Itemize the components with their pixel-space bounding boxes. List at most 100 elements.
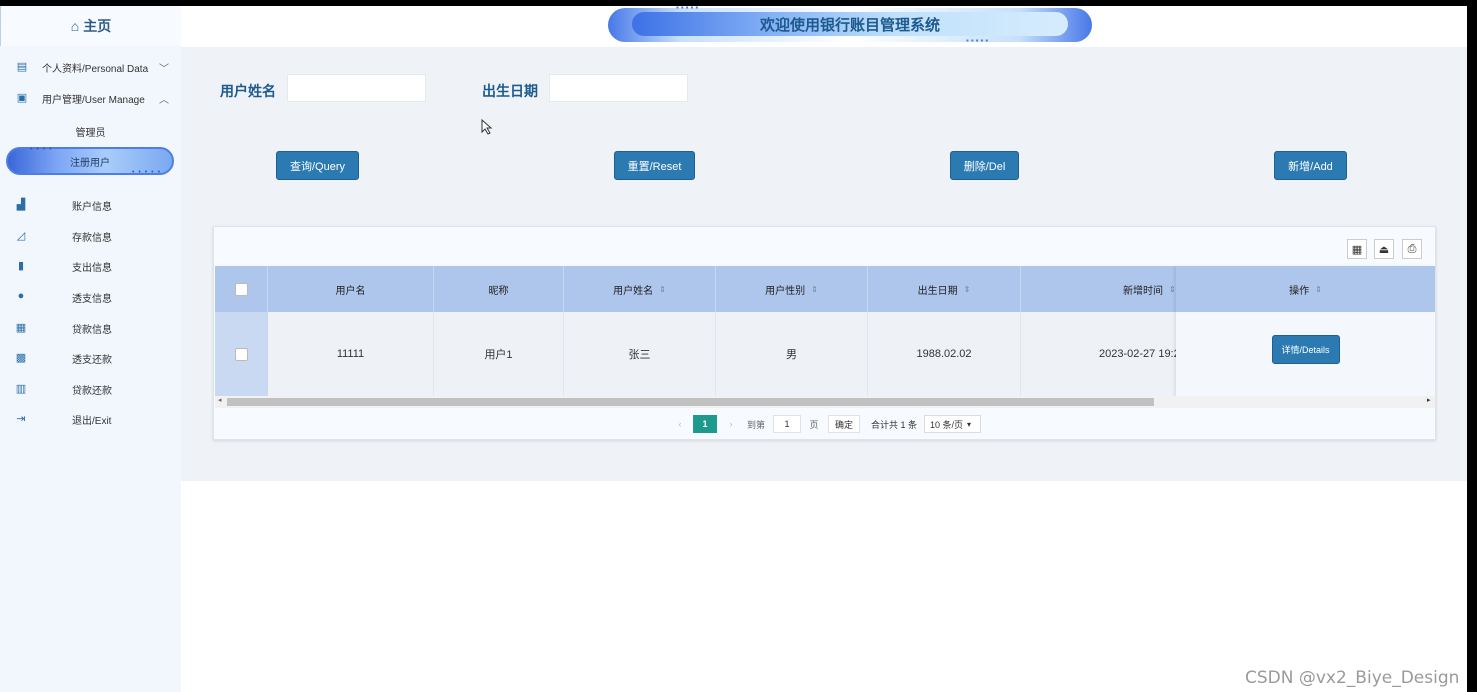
confirm-button[interactable]: 确定 bbox=[828, 415, 860, 433]
sidebar-item-expense[interactable]: ▮ 支出信息 bbox=[0, 254, 181, 278]
cell-action: 详情/Details bbox=[1176, 312, 1435, 396]
columns-filter-icon[interactable]: ▦ bbox=[1347, 239, 1367, 259]
sidebar-item-label: 支出信息 bbox=[72, 263, 112, 274]
checkbox-column bbox=[215, 266, 268, 396]
horizontal-scrollbar[interactable]: ◂ ▸ bbox=[215, 396, 1435, 408]
sidebar-item-label: 透支信息 bbox=[72, 294, 112, 305]
calendar-icon: ▦ bbox=[15, 321, 27, 334]
decor-dots: • • • • • bbox=[132, 169, 162, 176]
export-icon[interactable]: ⏏ bbox=[1374, 239, 1394, 259]
row-checkbox[interactable] bbox=[234, 347, 248, 361]
sidebar-item-user-manage[interactable]: ▣ 用户管理/User Manage ︿ bbox=[0, 86, 181, 110]
banner-inner: 欢迎使用银行账目管理系统 bbox=[632, 12, 1068, 36]
sort-icon[interactable]: ⇕ bbox=[811, 285, 818, 294]
page-1-button[interactable]: 1 bbox=[693, 415, 717, 433]
sidebar-item-loan-repay[interactable]: ▥ 贷款还款 bbox=[0, 377, 181, 401]
decor-dots: ▪▪▪▪▪ bbox=[966, 36, 991, 45]
sort-icon[interactable]: ⇕ bbox=[1169, 285, 1176, 294]
page-title: 欢迎使用银行账目管理系统 bbox=[759, 16, 940, 34]
add-button[interactable]: 新增/Add bbox=[1274, 151, 1347, 180]
bookmark-icon: ▮ bbox=[17, 259, 25, 272]
sidebar-item-admin[interactable]: 管理员 bbox=[0, 119, 181, 143]
page-size-select[interactable]: 10 条/页 ▾ bbox=[924, 415, 981, 433]
chevron-down-icon: ﹀ bbox=[159, 63, 169, 75]
delete-button[interactable]: 删除/Del bbox=[950, 151, 1019, 180]
scroll-left-icon[interactable]: ◂ bbox=[218, 396, 222, 404]
sidebar-item-overdraft-repay[interactable]: ▩ 透支还款 bbox=[0, 346, 181, 370]
next-page-icon[interactable]: › bbox=[725, 415, 737, 433]
sort-icon[interactable]: ⇕ bbox=[964, 285, 971, 294]
select-all-checkbox[interactable] bbox=[234, 282, 248, 296]
sidebar-item-label: 用户管理/User Manage bbox=[42, 94, 145, 106]
scroll-right-icon[interactable]: ▸ bbox=[1427, 396, 1431, 404]
sidebar-item-deposit[interactable]: ◿ 存款信息 bbox=[0, 224, 181, 248]
user-icon: ● bbox=[17, 290, 25, 302]
document-icon: ▤ bbox=[16, 60, 28, 73]
name-input[interactable] bbox=[287, 74, 426, 102]
action-column: 操作 ⇕ 详情/Details bbox=[1176, 266, 1435, 396]
mouse-cursor-icon bbox=[481, 119, 493, 135]
sidebar-item-exit[interactable]: ⇥ 退出/Exit bbox=[0, 407, 181, 431]
cell-birth: 1988.02.02 bbox=[868, 312, 1021, 396]
col-realname[interactable]: 用户姓名 ⇕ bbox=[564, 266, 716, 312]
watermark: CSDN @vx2_Biye_Design bbox=[1245, 668, 1460, 688]
home-icon: ⌂ bbox=[70, 18, 80, 34]
main-content: 用户姓名 出生日期 查询/Query 重置/Reset 删除/Del 新增/Ad… bbox=[181, 47, 1467, 481]
sidebar-item-overdraft[interactable]: ● 透支信息 bbox=[0, 285, 181, 309]
cell-gender: 男 bbox=[716, 312, 868, 396]
sidebar-home[interactable]: ⌂ 主页 bbox=[0, 6, 181, 46]
col-birth[interactable]: 出生日期 ⇕ bbox=[868, 266, 1021, 312]
app-window: ⌂ 主页 ▤ 个人资料/Personal Data ﹀ ▣ 用户管理/User … bbox=[0, 6, 1467, 692]
line-chart-icon: ◿ bbox=[16, 229, 26, 242]
sidebar-item-label: 账户信息 bbox=[72, 202, 112, 213]
col-label: 出生日期 bbox=[917, 285, 958, 297]
data-table-card: ▦ ⏏ ⎙ 用户名 昵称 用户姓名 ⇕ 用户性别 ⇕ 出生日期 ⇕ 新增时间 ⇕ 1 1 1… bbox=[213, 226, 1436, 440]
bar-chart-icon: ▟ bbox=[16, 198, 26, 211]
header-banner: ▪▪▪▪▪ 欢迎使用银行账目管理系统 ▪▪▪▪▪ bbox=[608, 6, 1092, 45]
col-gender[interactable]: 用户性别 ⇕ bbox=[716, 266, 868, 312]
decor-dots: • • • • bbox=[30, 146, 53, 153]
sidebar-item-account[interactable]: ▟ 账户信息 bbox=[0, 193, 181, 217]
sidebar-item-label: 个人资料/Personal Data bbox=[42, 63, 149, 75]
birth-label: 出生日期 bbox=[482, 83, 538, 99]
pagination: ‹ 1 › 到第 1 页 确定 合计共 1 条 10 条/页 ▾ bbox=[214, 411, 1435, 439]
sidebar-item-label: 透支还款 bbox=[72, 355, 112, 366]
goto-label: 到第 bbox=[746, 419, 765, 430]
chevron-down-icon: ▾ bbox=[967, 419, 972, 429]
col-label: 昵称 bbox=[488, 285, 509, 297]
calendar-check-icon: ▩ bbox=[15, 351, 27, 364]
sidebar-item-personal[interactable]: ▤ 个人资料/Personal Data ﹀ bbox=[0, 55, 181, 79]
goto-page-input[interactable]: 1 bbox=[773, 415, 801, 433]
sidebar-item-label: 注册用户 bbox=[70, 157, 110, 169]
sidebar-item-label: 贷款信息 bbox=[72, 325, 112, 336]
sidebar-item-registered-user[interactable]: • • • • 注册用户 • • • • • bbox=[6, 146, 174, 176]
prev-page-icon[interactable]: ‹ bbox=[674, 415, 686, 433]
reset-button[interactable]: 重置/Reset bbox=[614, 151, 695, 180]
print-icon[interactable]: ⎙ bbox=[1402, 239, 1422, 259]
col-label: 操作 bbox=[1289, 285, 1310, 297]
details-button[interactable]: 详情/Details bbox=[1271, 334, 1340, 364]
birth-input[interactable] bbox=[549, 74, 688, 102]
col-label: 用户姓名 bbox=[613, 285, 654, 297]
sidebar: ⌂ 主页 ▤ 个人资料/Personal Data ﹀ ▣ 用户管理/User … bbox=[0, 6, 181, 692]
sidebar-item-label: 管理员 bbox=[75, 127, 106, 139]
name-label: 用户姓名 bbox=[220, 83, 276, 99]
query-button[interactable]: 查询/Query bbox=[276, 151, 359, 180]
col-label: 用户名 bbox=[335, 285, 366, 297]
sidebar-item-label: 存款信息 bbox=[72, 233, 112, 244]
scrollbar-thumb[interactable] bbox=[227, 398, 1154, 406]
col-nickname: 昵称 bbox=[434, 266, 564, 312]
logout-icon: ⇥ bbox=[16, 412, 26, 425]
cell-nickname: 用户1 bbox=[434, 312, 564, 396]
cell-realname: 张三 bbox=[564, 312, 716, 396]
col-action[interactable]: 操作 ⇕ bbox=[1176, 266, 1435, 312]
sidebar-item-loan[interactable]: ▦ 贷款信息 bbox=[0, 316, 181, 340]
col-username: 用户名 bbox=[268, 266, 434, 312]
total-count: 合计共 1 条 bbox=[870, 419, 917, 430]
page-size-value: 10 条/页 bbox=[930, 419, 964, 430]
col-label: 用户性别 bbox=[765, 285, 806, 297]
sort-icon[interactable]: ⇕ bbox=[1315, 285, 1322, 294]
col-label: 新增时间 bbox=[1123, 285, 1163, 297]
row-checkbox-cell bbox=[215, 312, 268, 396]
sort-icon[interactable]: ⇕ bbox=[659, 285, 666, 294]
